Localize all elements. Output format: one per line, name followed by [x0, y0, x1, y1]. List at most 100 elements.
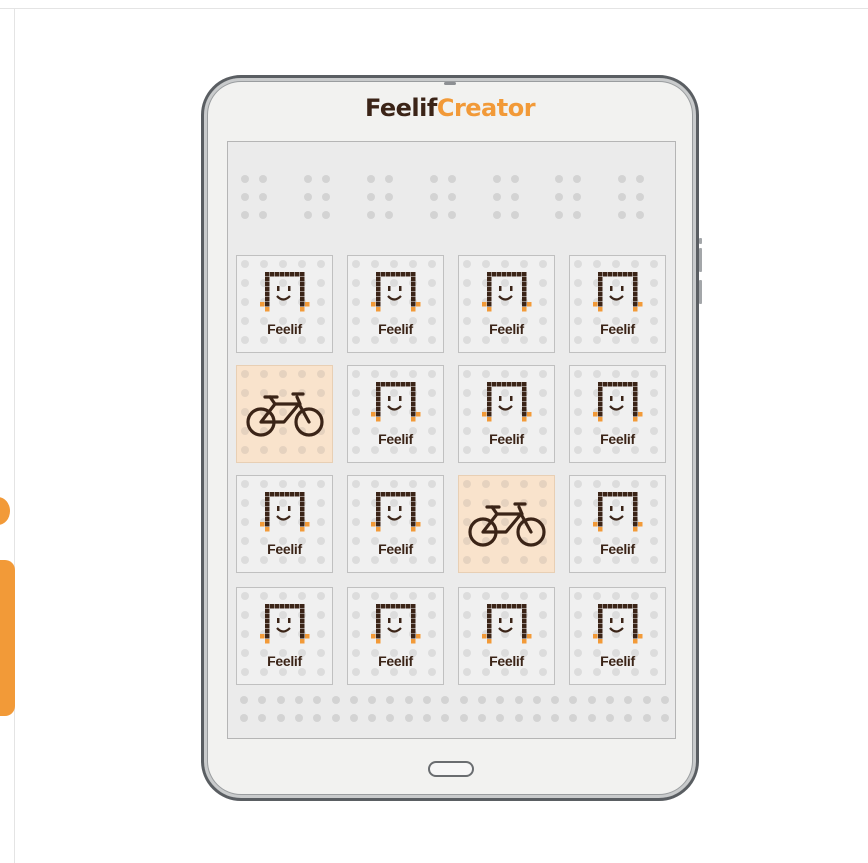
tile-dot	[241, 556, 249, 564]
feelif-tile[interactable]: Feelif	[458, 587, 555, 685]
braille-dot	[294, 696, 303, 704]
tile-dot	[279, 556, 287, 564]
bicycle-tile[interactable]	[236, 365, 333, 463]
feelif-face-icon	[593, 604, 643, 644]
feelif-tile[interactable]: Feelif	[236, 255, 333, 353]
feelif-tile[interactable]: Feelif	[569, 255, 666, 353]
braille-dot	[385, 193, 393, 201]
feelif-tile[interactable]: Feelif	[347, 587, 444, 685]
tile-dot	[428, 556, 436, 564]
tile-label: Feelif	[378, 321, 413, 337]
feelif-tile[interactable]: Feelif	[569, 587, 666, 685]
braille-dot	[386, 714, 395, 722]
braille-dot	[660, 696, 669, 704]
tile-dot	[241, 668, 249, 676]
feelif-face-icon	[593, 492, 643, 532]
braille-dot	[240, 714, 248, 722]
tile-dot	[409, 668, 417, 676]
tile-label: Feelif	[267, 653, 302, 669]
braille-dot	[259, 211, 267, 219]
braille-dot	[624, 696, 633, 704]
left-divider	[14, 8, 15, 863]
tile-dot	[371, 556, 379, 564]
braille-dot	[368, 714, 377, 722]
braille-screen[interactable]: Feelif Feelif Feelif Feelif Feelif Feelif Feel…	[227, 141, 676, 739]
tile-dot	[317, 668, 325, 676]
braille-dot	[241, 193, 249, 201]
braille-dot	[618, 175, 626, 183]
tile-dot	[482, 446, 490, 454]
braille-dot	[276, 714, 285, 722]
feelif-tile[interactable]: Feelif	[569, 475, 666, 573]
braille-dot	[367, 193, 375, 201]
feelif-tile[interactable]: Feelif	[347, 255, 444, 353]
tile-dot	[279, 336, 287, 344]
tile-dot	[631, 446, 639, 454]
tile-dot	[539, 336, 547, 344]
feelif-tile[interactable]: Feelif	[569, 365, 666, 463]
tile-dot	[260, 668, 268, 676]
logo-creator-text: Creator	[436, 94, 536, 122]
tile-dot	[409, 336, 417, 344]
feelif-tile[interactable]: Feelif	[236, 475, 333, 573]
home-button[interactable]	[428, 761, 474, 777]
tile-dot	[279, 668, 287, 676]
braille-dot	[385, 211, 393, 219]
tile-label: Feelif	[489, 653, 524, 669]
feelif-tile[interactable]: Feelif	[236, 587, 333, 685]
tile-dot	[463, 336, 471, 344]
orange-side-decoration	[0, 560, 15, 716]
braille-dot	[606, 696, 614, 704]
power-button	[699, 238, 702, 244]
braille-dot	[587, 714, 596, 722]
braille-dot	[587, 696, 596, 704]
braille-dot	[551, 696, 560, 704]
braille-dot	[496, 696, 505, 704]
tile-dot	[631, 336, 639, 344]
braille-dot	[349, 696, 358, 704]
braille-dot	[276, 696, 285, 704]
braille-dot	[430, 211, 438, 219]
feelif-tile[interactable]: Feelif	[458, 365, 555, 463]
tile-dot	[593, 446, 601, 454]
braille-dot	[448, 175, 456, 183]
braille-dot	[618, 193, 626, 201]
braille-dot	[606, 714, 614, 722]
top-divider	[0, 8, 868, 9]
braille-dot	[477, 696, 486, 704]
braille-dot	[386, 696, 395, 704]
feelif-tile[interactable]: Feelif	[347, 475, 444, 573]
feelif-tile[interactable]: Feelif	[458, 255, 555, 353]
tile-dot	[371, 668, 379, 676]
braille-dot	[304, 193, 312, 201]
braille-dot	[304, 211, 312, 219]
feelif-face-icon	[371, 492, 421, 532]
braille-dot	[441, 696, 450, 704]
braille-dot	[404, 696, 413, 704]
tile-dot	[260, 556, 268, 564]
braille-dot	[514, 714, 523, 722]
tile-dot	[317, 556, 325, 564]
bicycle-tile[interactable]	[458, 475, 555, 573]
braille-dot	[493, 193, 501, 201]
tile-dot	[409, 556, 417, 564]
tile-dot	[371, 446, 379, 454]
bicycle-icon	[246, 392, 324, 437]
tile-dot	[352, 556, 360, 564]
tile-dot	[593, 668, 601, 676]
tile-dot	[631, 668, 639, 676]
braille-dot	[618, 211, 626, 219]
tile-dot	[501, 668, 509, 676]
feelif-face-icon	[482, 272, 532, 312]
braille-dot	[367, 175, 375, 183]
feelif-tile[interactable]: Feelif	[347, 365, 444, 463]
tile-dot	[574, 556, 582, 564]
tile-dot	[371, 336, 379, 344]
tile-dot	[539, 446, 547, 454]
tile-label: Feelif	[600, 653, 635, 669]
braille-dot	[240, 696, 248, 704]
tile-dot	[539, 668, 547, 676]
braille-dot	[241, 175, 249, 183]
tablet-device: FeelifCreator Feelif Feelif Feelif Feelif Fe…	[201, 75, 702, 801]
feelif-face-icon	[260, 272, 310, 312]
